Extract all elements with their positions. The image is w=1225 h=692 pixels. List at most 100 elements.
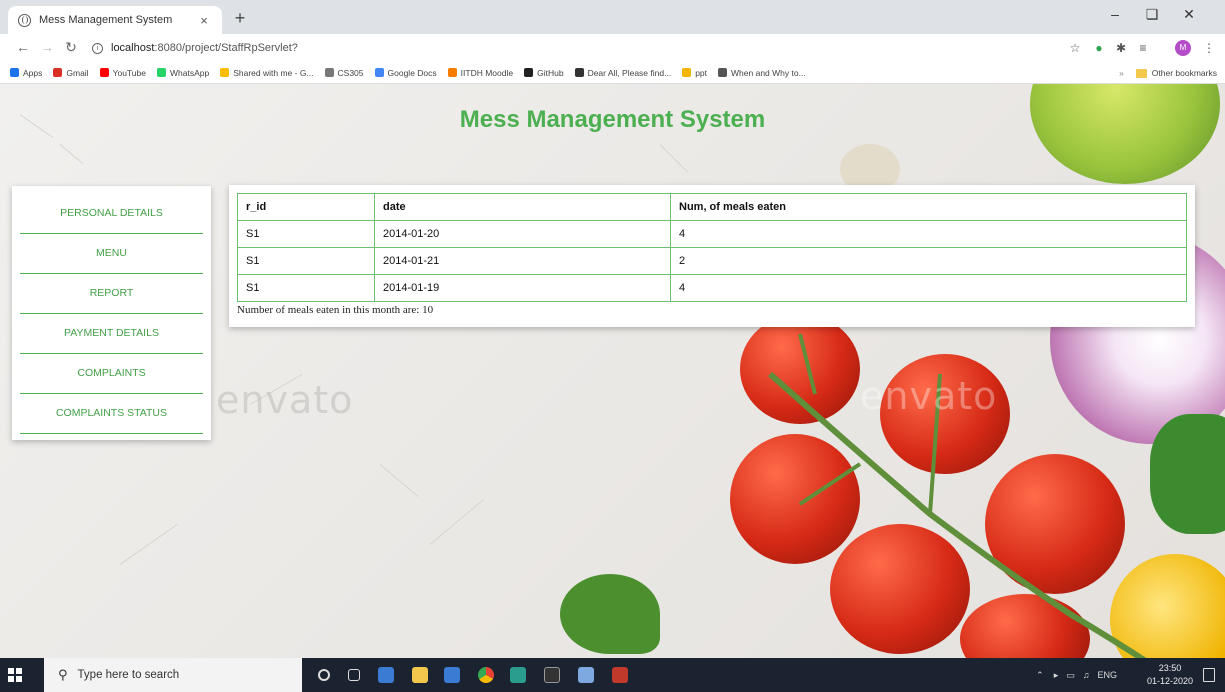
windows-start-icon[interactable]	[8, 668, 22, 682]
bookmark-favicon-icon	[220, 68, 230, 77]
other-bookmarks[interactable]: » Other bookmarks	[1119, 62, 1217, 84]
chrome-icon[interactable]	[478, 667, 494, 683]
sidebar-item-report[interactable]: REPORT	[20, 274, 203, 314]
lime-image	[1030, 84, 1220, 184]
bookmark-item[interactable]: When and Why to...	[718, 68, 806, 78]
column-header-date: date	[374, 193, 671, 221]
table-header-row: r_id date Num, of meals eaten	[237, 193, 1187, 221]
report-panel: r_id date Num, of meals eaten S1 2014-01…	[229, 185, 1195, 327]
table-row: S1 2014-01-19 4	[237, 274, 1187, 302]
close-window-icon[interactable]: ✕	[1174, 6, 1204, 23]
battery-icon[interactable]: ▭	[1066, 670, 1075, 681]
search-placeholder: Type here to search	[77, 669, 180, 681]
bookmark-item[interactable]: ppt	[682, 68, 707, 78]
terminal-icon[interactable]	[544, 667, 560, 683]
bookmark-label: ppt	[695, 67, 708, 78]
address-bar[interactable]: i localhost :8080/project/StaffRpServlet…	[92, 38, 1042, 58]
cell-date: 2014-01-21	[374, 247, 671, 275]
new-tab-button[interactable]: +	[230, 8, 250, 28]
bookmark-label: CS305	[337, 67, 364, 78]
watermark-text: envato	[860, 374, 998, 418]
background-texture	[59, 144, 84, 165]
bookmarks-overflow-chevron[interactable]: »	[1119, 68, 1124, 78]
sidebar-item-complaints-status[interactable]: COMPLAINTS STATUS	[20, 394, 203, 434]
cortana-icon[interactable]	[318, 669, 330, 681]
report-table: r_id date Num, of meals eaten S1 2014-01…	[237, 193, 1187, 302]
editor-icon[interactable]	[444, 667, 460, 683]
vine-stem	[768, 333, 1147, 658]
bookmark-item[interactable]: GitHub	[524, 68, 564, 78]
app-icon[interactable]	[510, 667, 526, 683]
browser-toolbar: ← → ↻ i localhost :8080/project/StaffRpS…	[0, 34, 1225, 62]
network-icon[interactable]: ▸	[1054, 670, 1059, 681]
bookmark-item[interactable]: WhatsApp	[156, 68, 209, 78]
notification-icon[interactable]	[1203, 668, 1215, 682]
bookmark-item[interactable]: Dear All, Please find...	[574, 68, 671, 78]
bookmark-item[interactable]: YouTube	[99, 67, 146, 78]
sidebar-item-complaints[interactable]: COMPLAINTS	[20, 354, 203, 394]
bookmark-label: Apps	[23, 67, 43, 78]
file-explorer-icon[interactable]	[412, 667, 428, 683]
minimize-icon[interactable]: –	[1100, 6, 1130, 22]
bookmark-favicon-icon	[682, 68, 692, 77]
star-icon[interactable]: ☆	[1068, 41, 1082, 55]
browser-tab[interactable]: Mess Management System ×	[8, 6, 222, 34]
column-header-r-id: r_id	[237, 193, 375, 221]
bookmark-item[interactable]: Gmail	[53, 68, 89, 78]
bookmark-favicon-icon	[324, 68, 334, 77]
cell-meals: 4	[670, 274, 1187, 302]
windows-taskbar: ⚲ Type here to search ⌃ ▸ ▭ ♫ ENG 23:50 …	[0, 658, 1225, 692]
bookmark-label: Google Docs	[387, 67, 437, 78]
bookmark-favicon-icon	[53, 68, 63, 77]
bookmark-label: YouTube	[112, 67, 146, 78]
media-queue-icon[interactable]: ≡	[1136, 41, 1150, 55]
url-host: localhost	[111, 42, 155, 54]
forward-icon[interactable]: →	[38, 39, 56, 55]
reload-icon[interactable]: ↻	[62, 39, 80, 56]
close-tab-icon[interactable]: ×	[196, 13, 212, 28]
tab-title: Mess Management System	[39, 14, 173, 26]
globe-icon	[18, 13, 31, 27]
background-texture	[119, 523, 178, 565]
menu-kebab-icon[interactable]: ⋮	[1202, 41, 1216, 55]
app-icon[interactable]	[612, 667, 628, 683]
bookmark-favicon-icon	[10, 68, 19, 77]
sidebar-item-payment-details[interactable]: PAYMENT DETAILS	[20, 314, 203, 354]
cell-meals: 2	[670, 247, 1187, 275]
bookmark-item[interactable]: Google Docs	[374, 67, 437, 78]
page-content: envato envato Mess Management System PER…	[0, 84, 1225, 658]
table-row: S1 2014-01-20 4	[237, 220, 1187, 248]
bookmark-item[interactable]: CS305	[324, 67, 364, 78]
bookmark-item[interactable]: Apps	[10, 68, 42, 78]
grammarly-icon[interactable]: ●	[1092, 41, 1106, 55]
vscode-icon[interactable]	[378, 667, 394, 683]
bookmark-item[interactable]: Shared with me - G...	[220, 68, 314, 78]
background-texture	[379, 464, 419, 498]
background-texture	[429, 499, 484, 545]
taskbar-search[interactable]: ⚲ Type here to search	[44, 658, 302, 692]
language-indicator[interactable]: ENG	[1097, 670, 1117, 680]
profile-avatar[interactable]: M	[1175, 40, 1191, 56]
bookmark-label: IITDH Moodle	[460, 67, 514, 78]
restore-icon[interactable]: ❏	[1137, 6, 1167, 23]
app-icon[interactable]	[578, 667, 594, 683]
bookmark-label: When and Why to...	[731, 67, 806, 78]
column-header-meals: Num, of meals eaten	[670, 193, 1187, 221]
search-icon: ⚲	[58, 667, 68, 682]
back-icon[interactable]: ←	[14, 39, 32, 55]
task-view-icon[interactable]	[348, 669, 360, 681]
sidebar-item-personal-details[interactable]: PERSONAL DETAILS	[20, 194, 203, 234]
bookmark-item[interactable]: IITDH Moodle	[447, 67, 514, 78]
clock-time: 23:50	[1158, 663, 1182, 673]
other-bookmarks-label: Other bookmarks	[1151, 68, 1217, 78]
tray-chevron-icon[interactable]: ⌃	[1036, 670, 1044, 681]
bookmark-favicon-icon	[156, 68, 166, 77]
system-clock[interactable]: 23:50 01-12-2020	[1147, 662, 1193, 688]
info-icon[interactable]: i	[92, 42, 103, 54]
bookmark-favicon-icon	[574, 68, 584, 77]
meals-summary: Number of meals eaten in this month are:…	[237, 304, 434, 316]
extensions-icon[interactable]: ✱	[1114, 41, 1128, 55]
page-title: Mess Management System	[459, 106, 766, 133]
sidebar-item-menu[interactable]: MENU	[20, 234, 203, 274]
volume-icon[interactable]: ♫	[1083, 670, 1090, 680]
